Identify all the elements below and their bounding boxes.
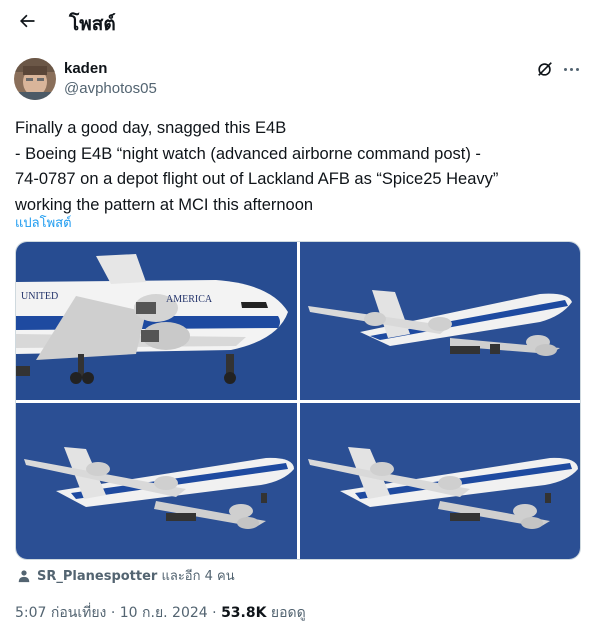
- tweet-line: - Boeing E4B “night watch (advanced airb…: [15, 144, 481, 163]
- post-meta: 5:07 ก่อนเที่ยง · 10 ก.ย. 2024 · 53.8K ย…: [15, 602, 306, 624]
- svg-text:UNITED: UNITED: [21, 291, 58, 302]
- back-button[interactable]: [12, 6, 42, 36]
- reposted-user[interactable]: SR_Planespotter: [37, 569, 157, 584]
- translate-post-link[interactable]: แปลโพสต์: [15, 212, 72, 233]
- avatar[interactable]: [14, 58, 56, 100]
- more-dot-icon: [575, 67, 579, 71]
- author-handle[interactable]: @avphotos05: [64, 80, 157, 97]
- tweet-line: Finally a good day, snagged this E4B: [15, 119, 287, 137]
- post-time[interactable]: 5:07 ก่อนเที่ยง: [15, 605, 106, 621]
- meta-separator: ·: [207, 605, 222, 621]
- top-bar: โพสต์: [0, 0, 595, 44]
- views-label: ยอดดู: [266, 605, 306, 621]
- reposted-by[interactable]: SR_Planespotter และอีก 4 คน: [17, 565, 235, 586]
- tweet-line: working the pattern at MCI this afternoo…: [15, 195, 314, 214]
- grok-button[interactable]: [534, 58, 556, 80]
- arrow-left-icon: [20, 14, 35, 28]
- media-grid: UNITED AMERICA: [15, 241, 581, 560]
- reposted-suffix: และอีก 4 คน: [157, 569, 235, 584]
- post-date[interactable]: 10 ก.ย. 2024: [120, 605, 208, 621]
- svg-text:AMERICA: AMERICA: [166, 294, 213, 305]
- photo-2[interactable]: [300, 242, 580, 400]
- page-title: โพสต์: [69, 13, 116, 35]
- views-count: 53.8K: [221, 605, 267, 621]
- meta-separator: ·: [106, 605, 120, 621]
- photo-1[interactable]: UNITED AMERICA: [16, 242, 297, 400]
- grok-icon: [538, 62, 552, 76]
- tweet-text: Finally a good day, snagged this E4B - B…: [15, 116, 585, 218]
- more-dot-icon: [563, 67, 567, 71]
- more-dot-icon: [569, 67, 573, 71]
- person-icon: [18, 569, 30, 582]
- author-name[interactable]: kaden: [64, 60, 107, 77]
- photo-3[interactable]: [16, 403, 297, 559]
- tweet-line: 74-0787 on a depot flight out of Lacklan…: [15, 170, 499, 188]
- more-options-button[interactable]: [558, 58, 584, 80]
- photo-4[interactable]: [300, 403, 580, 559]
